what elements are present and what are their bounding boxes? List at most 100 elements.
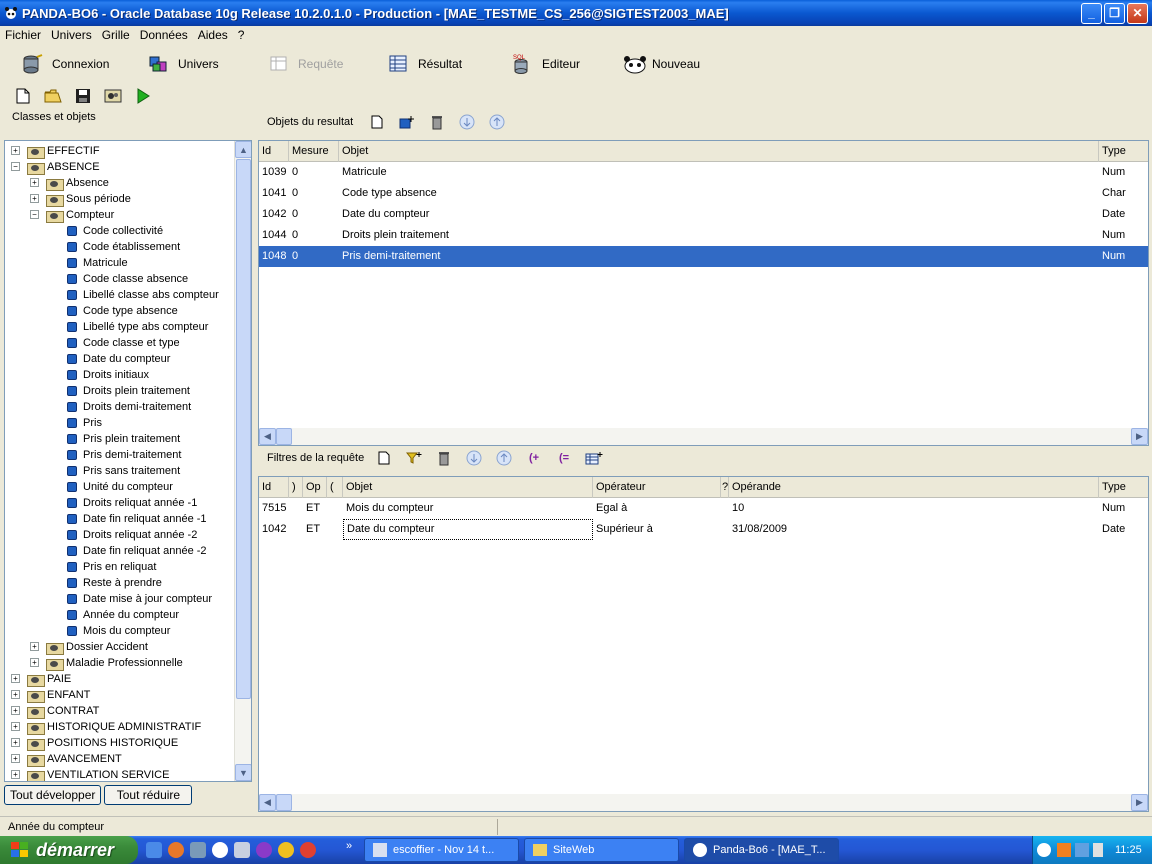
task-panda[interactable]: Panda-Bo6 - [MAE_T... [684,838,839,862]
fcol-type-header[interactable]: Type [1099,477,1148,498]
tree-item[interactable]: Pris [5,415,235,431]
restore-button[interactable]: ❐ [1104,2,1125,24]
editeur-button[interactable]: SQL Editeur [512,50,580,78]
add-table-icon[interactable] [585,449,603,467]
quicklaunch-chrome-icon[interactable] [300,842,316,858]
tree-item[interactable]: − Compteur [5,207,235,223]
filter-row[interactable]: 7515 ET Mois du compteur Egal à 10 Num [259,498,1148,519]
collapse-all-button[interactable]: Tout réduire [104,785,193,805]
tree-item[interactable]: Unité du compteur [5,479,235,495]
tree-item[interactable]: Code type absence [5,303,235,319]
tree-item[interactable]: Code collectivité [5,223,235,239]
filter-move-up-icon[interactable] [495,449,513,467]
tree-item[interactable]: Date fin reliquat année -2 [5,543,235,559]
table-row[interactable]: 1042 0 Date du compteur Date [259,204,1148,225]
quicklaunch-chevron-icon[interactable]: » [346,840,352,852]
run-play-icon[interactable] [134,87,152,105]
menu-help[interactable]: ? [233,28,250,42]
add-filter-funnel-icon[interactable] [405,449,423,467]
minimize-button[interactable]: _ [1081,2,1102,24]
col-type-header[interactable]: Type [1099,141,1148,162]
tree-item[interactable]: Date fin reliquat année -1 [5,511,235,527]
expand-icon[interactable]: + [30,642,39,651]
tree-item[interactable]: Année du compteur [5,607,235,623]
fcol-open-paren-header[interactable]: ( [327,477,343,498]
remove-parenthesis-icon[interactable]: (= [555,449,573,467]
tray-expand-icon[interactable] [1037,843,1051,857]
quicklaunch-ie-icon[interactable] [146,842,162,858]
task-siteweb[interactable]: SiteWeb [524,838,679,862]
filter-move-down-icon[interactable] [465,449,483,467]
expand-icon[interactable]: + [30,178,39,187]
tree-item[interactable]: + PAIE [5,671,235,687]
filters-scroll-left-icon[interactable]: ◀ [259,794,276,811]
resultat-button[interactable]: Résultat [388,50,462,78]
tree-item[interactable]: Droits initiaux [5,367,235,383]
start-button[interactable]: démarrer [0,836,138,864]
new-result-icon[interactable] [368,113,386,131]
new-file-icon[interactable] [14,87,32,105]
tree-item[interactable]: Droits reliquat année -2 [5,527,235,543]
menu-univers[interactable]: Univers [46,28,97,42]
scroll-left-icon[interactable]: ◀ [259,428,276,445]
tray-power-icon[interactable] [1093,843,1103,857]
fcol-operateur-header[interactable]: Opérateur [593,477,721,498]
collapse-icon[interactable]: − [30,210,39,219]
image-export-icon[interactable] [104,87,122,105]
quicklaunch-media-icon[interactable] [278,842,294,858]
new-filter-icon[interactable] [375,449,393,467]
results-horizontal-scrollbar[interactable]: ◀ ▶ [259,428,1148,445]
delete-trash-icon[interactable] [428,113,446,131]
add-parenthesis-icon[interactable]: (+ [525,449,543,467]
filters-hscroll-thumb[interactable] [276,794,292,811]
scroll-thumb[interactable] [236,159,251,699]
menu-fichier[interactable]: Fichier [0,28,46,42]
tree-item[interactable]: Libellé type abs compteur [5,319,235,335]
tree-item[interactable]: Code établissement [5,239,235,255]
menu-aides[interactable]: Aides [193,28,233,42]
tree-item[interactable]: + CONTRAT [5,703,235,719]
fcol-question-header[interactable]: ? [721,477,729,498]
expand-all-button[interactable]: Tout développer [4,785,102,805]
fcol-id-header[interactable]: Id [259,477,289,498]
tree-item[interactable]: + Maladie Professionnelle [5,655,235,671]
tree-item[interactable]: Droits plein traitement [5,383,235,399]
expand-icon[interactable]: + [11,690,20,699]
fcol-objet-header[interactable]: Objet [343,477,593,498]
table-row[interactable]: 1041 0 Code type absence Char [259,183,1148,204]
tree-item[interactable]: Pris en reliquat [5,559,235,575]
filters-scroll-right-icon[interactable]: ▶ [1131,794,1148,811]
tree-item[interactable]: Code classe absence [5,271,235,287]
menu-donnees[interactable]: Données [135,28,193,42]
tree-item[interactable]: + Absence [5,175,235,191]
scroll-right-icon[interactable]: ▶ [1131,428,1148,445]
task-escoffier[interactable]: escoffier - Nov 14 t... [364,838,519,862]
filters-grid[interactable]: Id ) Op ( Objet Opérateur ? Opérande Typ… [258,476,1149,812]
move-down-icon[interactable] [458,113,476,131]
close-button[interactable]: ✕ [1127,2,1148,24]
tree-item[interactable]: + Sous période [5,191,235,207]
fcol-operande-header[interactable]: Opérande [729,477,1099,498]
tree-item[interactable]: + HISTORIQUE ADMINISTRATIF [5,719,235,735]
tree-item[interactable]: + EFFECTIF [5,143,235,159]
expand-icon[interactable]: + [11,706,20,715]
requete-button[interactable]: Requête [268,50,343,78]
expand-icon[interactable]: + [11,754,20,763]
tray-app-icon[interactable] [1057,843,1071,857]
open-folder-icon[interactable] [44,87,62,105]
tree-item[interactable]: Code classe et type [5,335,235,351]
results-grid[interactable]: Id Mesure Objet Type 1039 0 Matricule Num 10… [258,140,1149,446]
table-row[interactable]: 1044 0 Droits plein traitement Num [259,225,1148,246]
tree-item[interactable]: Pris demi-traitement [5,447,235,463]
tree-item[interactable]: + ENFANT [5,687,235,703]
tree-item[interactable]: − ABSENCE [5,159,235,175]
tree-item[interactable]: Libellé classe abs compteur [5,287,235,303]
tree-item[interactable]: + POSITIONS HISTORIQUE [5,735,235,751]
tree-item[interactable]: Date mise à jour compteur [5,591,235,607]
expand-icon[interactable]: + [11,722,20,731]
tree-item[interactable]: Pris plein traitement [5,431,235,447]
scroll-down-icon[interactable]: ▼ [235,764,251,781]
tree-item[interactable]: Droits reliquat année -1 [5,495,235,511]
tree-item[interactable]: Matricule [5,255,235,271]
col-id-header[interactable]: Id [259,141,289,162]
